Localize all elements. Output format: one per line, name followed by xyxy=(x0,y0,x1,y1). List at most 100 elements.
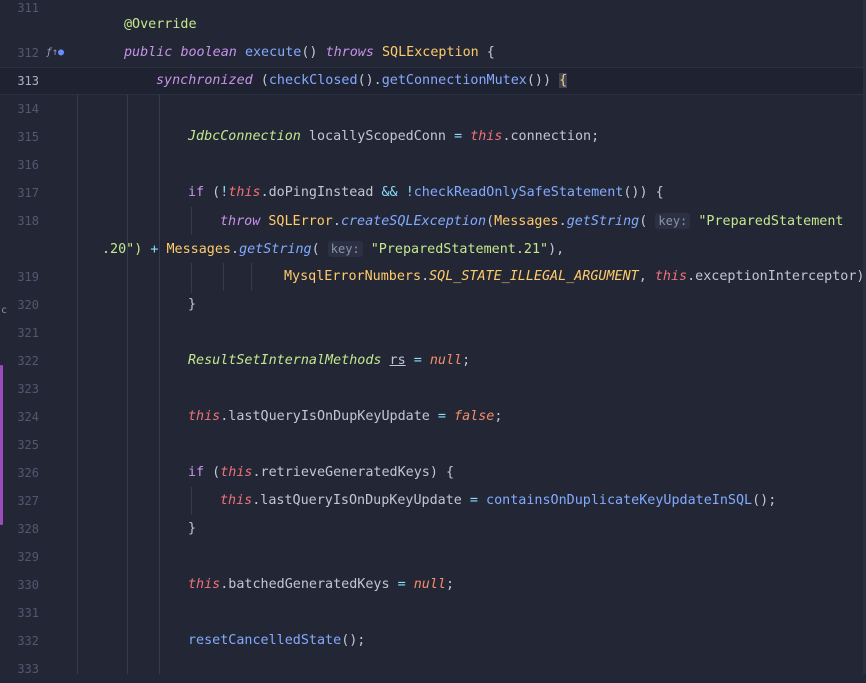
annotation: @Override xyxy=(124,17,197,32)
vcs-change-marker[interactable] xyxy=(0,365,3,525)
code-line-315[interactable]: JdbcConnection locallyScopedConn = this.… xyxy=(188,123,599,151)
code-line-324[interactable]: this.lastQueryIsOnDupKeyUpdate = false; xyxy=(188,403,502,431)
code-line-328[interactable]: } xyxy=(188,515,196,543)
code-line-319[interactable]: MysqlErrorNumbers.SQL_STATE_ILLEGAL_ARGU… xyxy=(284,263,866,291)
gutter-icons[interactable]: ƒ↑● xyxy=(46,39,64,67)
code-line-330[interactable]: this.batchedGeneratedKeys = null; xyxy=(188,571,454,599)
code-line-311[interactable]: @Override xyxy=(124,11,197,39)
field-access: .connection; xyxy=(502,129,600,144)
method-call: resetCancelledState xyxy=(188,633,342,648)
punct: . xyxy=(421,269,430,284)
code-line-317[interactable]: if (!this.doPingInstead && !checkReadOnl… xyxy=(188,179,664,207)
method-call: checkClosed xyxy=(268,73,358,88)
parameter-hint: key: xyxy=(327,241,363,257)
code-line-320[interactable]: } xyxy=(188,291,196,319)
null-literal: null xyxy=(429,353,463,368)
punct: . xyxy=(558,214,567,229)
operator: = xyxy=(469,493,478,508)
operator: && xyxy=(381,185,398,200)
parameter-hint: key: xyxy=(655,213,691,229)
this-keyword: this xyxy=(188,409,221,424)
type-name: JdbcConnection xyxy=(188,129,301,144)
static-method-call: getString xyxy=(566,214,640,229)
static-method-call: getString xyxy=(239,242,312,257)
null-literal: null xyxy=(413,577,446,592)
code-line-322[interactable]: ResultSetInternalMethods rs = null; xyxy=(188,347,470,375)
code-line-313[interactable]: synchronized (checkClosed().getConnectio… xyxy=(156,67,568,95)
operator: = xyxy=(413,353,422,368)
boolean-literal: false xyxy=(454,409,495,424)
punct: { xyxy=(478,45,495,60)
punct: ( xyxy=(311,242,328,257)
run-gutter-icon[interactable]: ● xyxy=(58,47,64,58)
line-number-current: 313 xyxy=(17,74,39,88)
line-number: 324 xyxy=(17,410,39,424)
method-name: execute xyxy=(244,45,302,60)
line-number: 311 xyxy=(17,1,39,15)
line-number: 333 xyxy=(17,662,39,676)
punct: (); xyxy=(752,493,777,508)
punct: (). xyxy=(357,73,382,88)
line-number: 319 xyxy=(17,270,39,284)
punct: ( xyxy=(252,73,269,88)
punct: , xyxy=(638,269,655,284)
indent-guide xyxy=(191,487,192,515)
string-literal: "PreparedStatement xyxy=(690,214,844,229)
punct: ( xyxy=(486,214,495,229)
this-keyword: this xyxy=(470,129,503,144)
punct: ()) xyxy=(526,73,560,88)
keyword: if xyxy=(188,185,205,200)
indent-guide xyxy=(77,95,78,674)
type-name: ResultSetInternalMethods xyxy=(188,353,382,368)
line-number: 332 xyxy=(17,634,39,648)
line-number: 320 xyxy=(17,298,39,312)
line-number-gutter: 311 312 313 314 315 316 317 318 319 320 … xyxy=(0,0,78,676)
this-keyword: this xyxy=(220,493,253,508)
override-method-icon[interactable]: ƒ↑ xyxy=(46,47,58,58)
keyword: throw xyxy=(220,214,261,229)
static-method-call: createSQLException xyxy=(340,214,487,229)
punct: () xyxy=(301,45,326,60)
keyword: throws xyxy=(325,45,374,60)
line-number: 327 xyxy=(17,494,39,508)
indent-guide xyxy=(159,95,160,674)
code-line-332[interactable]: resetCancelledState(); xyxy=(188,627,365,655)
code-editor[interactable]: 311 312 313 314 315 316 317 318 319 320 … xyxy=(0,0,866,676)
punct: ( xyxy=(204,185,221,200)
punct: ; xyxy=(494,409,503,424)
code-line-318-wrap[interactable]: .20") + Messages.getString( key: "Prepar… xyxy=(102,235,564,263)
type-name: MysqlErrorNumbers xyxy=(284,269,422,284)
punct: . xyxy=(332,214,341,229)
matched-brace: { xyxy=(559,73,568,88)
operator: = xyxy=(454,129,463,144)
type-name: Messages xyxy=(494,214,559,229)
string-literal: .20") xyxy=(102,242,143,257)
punct: ), xyxy=(548,242,565,257)
line-number: 330 xyxy=(17,578,39,592)
static-constant: SQL_STATE_ILLEGAL_ARGUMENT xyxy=(429,269,639,284)
identifier: locallyScopedConn xyxy=(300,129,455,144)
code-line-312[interactable]: public boolean execute() throws SQLExcep… xyxy=(124,39,495,67)
method-call: containsOnDuplicateKeyUpdateInSQL xyxy=(486,493,753,508)
line-number: 317 xyxy=(17,186,39,200)
field-access: .exceptionInterceptor); xyxy=(687,269,866,284)
closing-brace: } xyxy=(188,297,197,312)
line-number: 312 xyxy=(17,46,39,60)
indent-guide xyxy=(191,263,192,293)
field-access: .batchedGeneratedKeys xyxy=(220,577,398,592)
field-access: .doPingInstead xyxy=(260,185,382,200)
code-line-318[interactable]: throw SQLError.createSQLException(Messag… xyxy=(220,207,843,235)
this-keyword: this xyxy=(228,185,261,200)
code-line-326[interactable]: if (this.retrieveGeneratedKeys) { xyxy=(188,459,454,487)
fold-marker-icon: c xyxy=(1,305,8,316)
method-call: checkReadOnlySafeStatement xyxy=(413,185,624,200)
line-number: 325 xyxy=(17,438,39,452)
code-line-327[interactable]: this.lastQueryIsOnDupKeyUpdate = contain… xyxy=(220,487,776,515)
this-keyword: this xyxy=(188,577,221,592)
type-name: SQLError xyxy=(268,214,333,229)
